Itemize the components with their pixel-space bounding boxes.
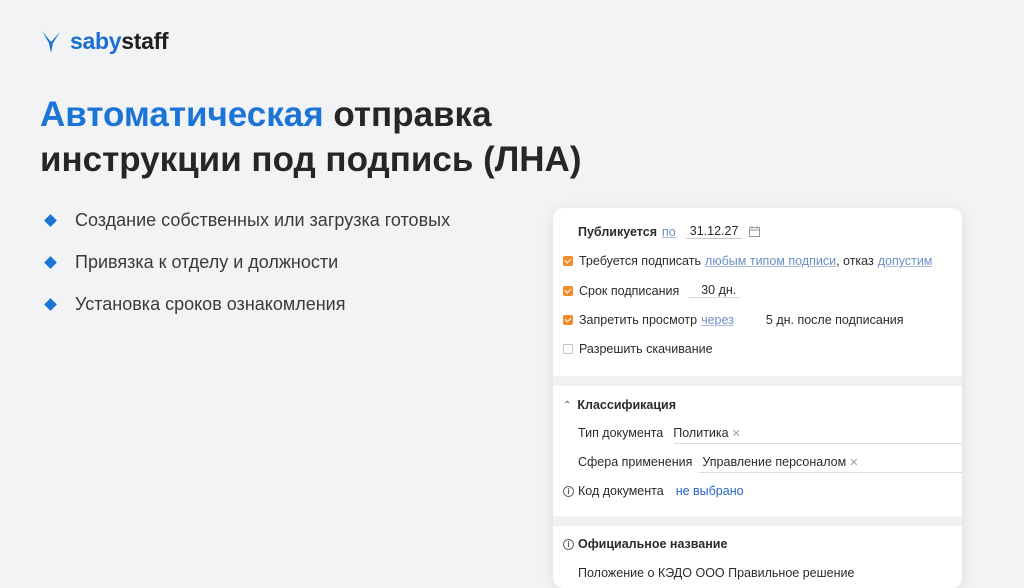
term-value-field[interactable]: 30 дн. xyxy=(689,283,741,298)
title-line2: инструкции под подпись (ЛНА) xyxy=(40,140,582,179)
term-label: Срок подписания xyxy=(579,283,680,298)
code-label: Код документа xyxy=(578,484,664,498)
feature-item: Привязка к отделу и должности xyxy=(44,252,450,272)
logo: sabystaff xyxy=(40,28,169,55)
forbid-checkbox[interactable] xyxy=(563,315,573,325)
section-divider xyxy=(553,376,962,386)
publish-by-link[interactable]: по xyxy=(662,225,676,239)
page-title: Автоматическая отправка инструкции под по… xyxy=(40,92,660,182)
official-name-field[interactable]: Положение о КЭДО ООО Правильное решение xyxy=(578,566,854,580)
signing-label: Требуется подписать xyxy=(579,254,701,268)
term-checkbox[interactable] xyxy=(563,285,573,296)
publish-row: Публикуется по 31.12.27 xyxy=(578,224,761,239)
forbid-row: Запретить просмотр через 5 дн. после под… xyxy=(563,313,904,327)
feature-list: Создание собственных или загрузка готовы… xyxy=(44,210,450,336)
refuse-allowed-link[interactable]: допустим xyxy=(878,254,933,268)
feature-item: Создание собственных или загрузка готовы… xyxy=(44,210,450,230)
title-accent: Автоматическая xyxy=(40,95,324,134)
download-checkbox[interactable] xyxy=(563,344,573,354)
logo-staff: staff xyxy=(121,28,169,54)
chevron-up-icon[interactable]: ⌃ xyxy=(563,400,571,411)
publish-label: Публикуется xyxy=(578,224,658,239)
scope-value[interactable]: Управление персоналом xyxy=(702,455,846,469)
section-divider xyxy=(553,516,962,526)
feature-text: Привязка к отделу и должности xyxy=(75,251,339,272)
refuse-text: , отказ xyxy=(836,254,874,268)
remove-x-icon[interactable]: ✕ xyxy=(849,456,858,469)
doc-type-label: Тип документа xyxy=(578,426,664,440)
signing-checkbox[interactable] xyxy=(563,256,573,266)
scope-row: Сфера применения Управление персоналом ✕ xyxy=(578,455,858,469)
publish-date-field[interactable]: 31.12.27 xyxy=(685,224,743,239)
official-name-row: Положение о КЭДО ООО Правильное решение xyxy=(578,566,854,580)
bullet-diamond-icon xyxy=(44,255,57,269)
code-value-link[interactable]: не выбрано xyxy=(676,484,744,498)
title-rest: отправка xyxy=(323,95,492,134)
official-header: i Официальное название xyxy=(563,537,727,551)
official-name-section: i Официальное название Положение о КЭДО … xyxy=(553,526,962,588)
official-heading: Официальное название xyxy=(578,537,728,551)
saby-bird-icon xyxy=(42,30,60,53)
logo-text: sabystaff xyxy=(70,28,169,55)
logo-saby: saby xyxy=(70,28,122,54)
info-icon: i xyxy=(563,485,574,497)
scope-underline xyxy=(699,472,962,473)
doc-type-value[interactable]: Политика xyxy=(673,426,728,440)
feature-text: Установка сроков ознакомления xyxy=(75,293,346,314)
remove-x-icon[interactable]: ✕ xyxy=(732,427,741,440)
forbid-value-field[interactable]: 5 дн. после подписания xyxy=(766,313,904,327)
bullet-diamond-icon xyxy=(44,213,57,227)
download-row: Разрешить скачивание xyxy=(563,342,713,356)
bullet-diamond-icon xyxy=(44,297,57,311)
document-settings-card: Публикуется по 31.12.27 Требуется подпис… xyxy=(553,208,962,588)
classification-header[interactable]: ⌃ Классификация xyxy=(563,398,676,412)
doc-type-underline xyxy=(674,443,962,444)
doc-type-row: Тип документа Политика ✕ xyxy=(578,426,741,440)
calendar-icon[interactable] xyxy=(749,226,761,237)
scope-label: Сфера применения xyxy=(578,455,693,469)
forbid-through-link[interactable]: через xyxy=(701,313,734,327)
forbid-label: Запретить просмотр xyxy=(579,313,698,327)
classification-section: ⌃ Классификация Тип документа Политика ✕… xyxy=(553,386,962,516)
classification-heading: Классификация xyxy=(577,398,676,412)
feature-item: Установка сроков ознакомления xyxy=(44,294,450,314)
publish-settings: Публикуется по 31.12.27 Требуется подпис… xyxy=(553,208,962,376)
info-icon: i xyxy=(563,538,574,550)
download-label: Разрешить скачивание xyxy=(579,342,713,356)
feature-text: Создание собственных или загрузка готовы… xyxy=(75,209,451,230)
term-row: Срок подписания 30 дн. xyxy=(563,283,741,298)
signing-row: Требуется подписать любым типом подписи … xyxy=(563,254,932,268)
code-row: i Код документа не выбрано xyxy=(563,484,744,498)
signature-type-link[interactable]: любым типом подписи xyxy=(705,254,836,268)
